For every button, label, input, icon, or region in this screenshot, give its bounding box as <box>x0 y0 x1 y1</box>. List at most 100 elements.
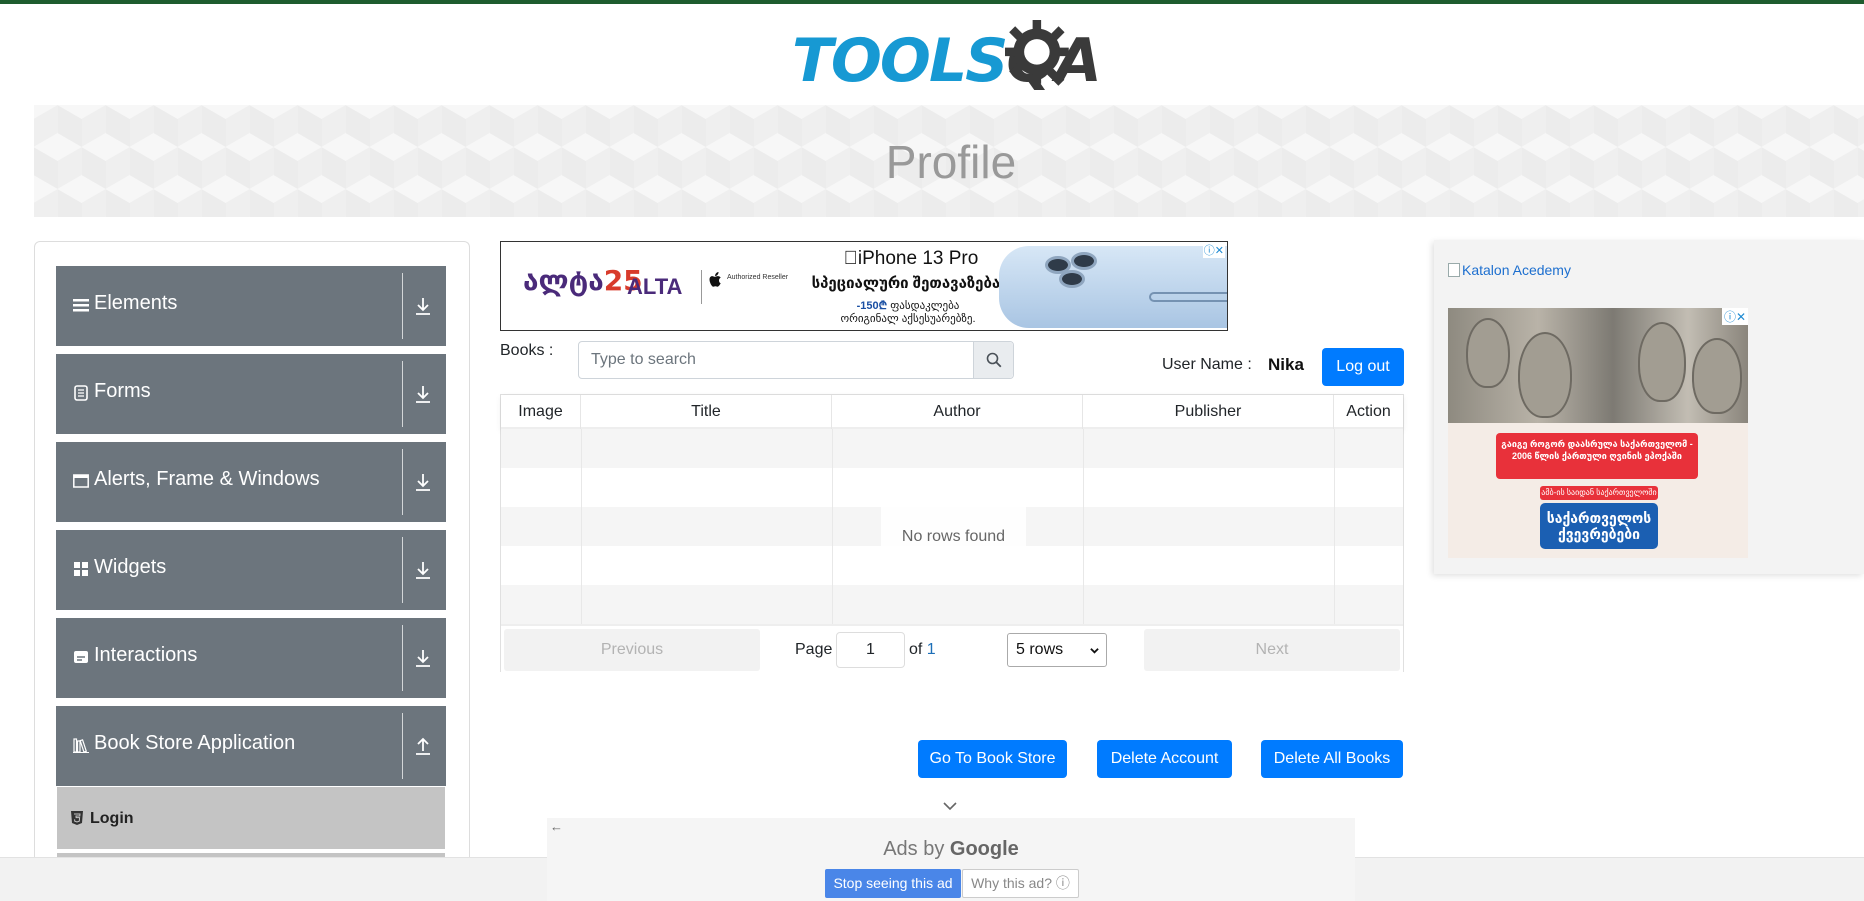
ad-brand-prefix: ალტა <box>523 264 604 297</box>
window-icon <box>73 474 89 488</box>
search-box <box>578 341 1014 379</box>
page-of-label: of 1 <box>909 641 936 659</box>
divider <box>701 270 702 304</box>
rows-per-page-value: 5 rows <box>1016 641 1064 658</box>
sidebar-group-interactions[interactable]: Interactions <box>56 618 446 698</box>
column-header-author[interactable]: Author <box>832 395 1083 429</box>
rows-per-page-select[interactable]: 5 rows <box>1007 633 1107 667</box>
download-arrow-icon[interactable] <box>414 472 432 492</box>
ad-brand-logo: ალტა25 <box>523 264 643 297</box>
ad-brand-name: ALTA <box>627 274 683 299</box>
ad-photo <box>1448 308 1748 423</box>
page-total: 1 <box>926 641 936 658</box>
table-row <box>501 585 1403 624</box>
sidebar-group-forms[interactable]: Forms <box>56 354 446 434</box>
search-input[interactable] <box>579 342 973 378</box>
username-value: Nika <box>1268 355 1304 374</box>
download-arrow-icon[interactable] <box>414 648 432 668</box>
iphone-image <box>999 246 1227 328</box>
books-icon <box>73 738 89 753</box>
table-pagination: Previous Page 1 of 1 5 rows Next <box>501 624 1403 672</box>
search-button[interactable] <box>973 342 1013 378</box>
download-arrow-icon[interactable] <box>414 560 432 580</box>
ads-by-text: Ads by <box>883 838 945 860</box>
broken-image-icon <box>1448 263 1460 277</box>
apple-icon <box>709 272 721 287</box>
back-arrow-icon[interactable]: ← <box>550 819 563 834</box>
ad-price: -150₾ <box>856 300 888 312</box>
sidebar-group-elements[interactable]: Elements <box>56 266 446 346</box>
username-label: User Name : <box>1162 356 1252 373</box>
previous-button[interactable]: Previous <box>504 629 760 671</box>
sidebar-group-label: Alerts, Frame & Windows <box>94 468 320 490</box>
katalon-academy-link[interactable]: Katalon Acedemy <box>1448 262 1571 278</box>
html5-icon <box>71 811 83 825</box>
divider <box>402 361 403 427</box>
search-icon <box>986 352 1002 368</box>
ad-small-label: ამბ-ის საიდან საქართველოში <box>1540 486 1658 500</box>
delete-all-books-button[interactable]: Delete All Books <box>1261 740 1403 778</box>
right-advertisement: Katalon Acedemy გაიგე როგორ დაასრულა საქ… <box>1434 240 1864 574</box>
chevron-down-icon <box>1090 648 1099 654</box>
cursor-icon <box>74 651 88 663</box>
delete-account-button[interactable]: Delete Account <box>1097 740 1232 778</box>
toolsqa-logo[interactable]: TOOLSQA <box>792 20 1115 98</box>
sidebar-item-label: Login <box>90 810 134 827</box>
divider <box>402 273 403 339</box>
column-divider <box>1334 429 1335 624</box>
table-row <box>501 429 1403 468</box>
page-label: Page <box>795 641 833 658</box>
katalon-link-text: Katalon Acedemy <box>1462 262 1571 278</box>
download-arrow-icon[interactable] <box>414 296 432 316</box>
ad-promo-details: -150₾ ფასდაკლება ორიგინალ აქსესუარებზე. <box>783 300 1033 326</box>
adchoices-icon[interactable]: ⓘ✕ <box>1202 242 1225 258</box>
sidebar-panel: Elements Forms Alerts, Frame & Windows W… <box>34 241 470 901</box>
empty-table-message: No rows found <box>881 507 1026 567</box>
stop-seeing-ad-button[interactable]: Stop seeing this ad <box>825 869 961 898</box>
column-divider <box>581 429 582 624</box>
adchoices-icon[interactable]: ⓘ✕ <box>1721 308 1748 325</box>
sidebar-group-label: Widgets <box>94 556 167 578</box>
top-accent-bar <box>0 0 1864 4</box>
column-divider <box>1083 429 1084 624</box>
ad-red-banner: გაიგე როგორ დაასრულა საქართველომ - 2006 … <box>1496 433 1698 479</box>
ad-promo-line2: ფასდაკლება <box>890 300 960 312</box>
page-number-input[interactable]: 1 <box>836 632 905 668</box>
table-header: Image Title Author Publisher Action <box>501 395 1403 429</box>
sidebar-group-label: Elements <box>94 292 178 314</box>
column-header-image[interactable]: Image <box>501 395 581 429</box>
upload-arrow-icon[interactable] <box>414 736 432 756</box>
sidebar-group-book-store[interactable]: Book Store Application <box>56 706 446 786</box>
hamburger-icon <box>73 299 89 312</box>
google-text: Google <box>949 838 1019 860</box>
logo-text-tools: TOOLS <box>792 26 1008 96</box>
table-row <box>501 468 1403 507</box>
column-header-title[interactable]: Title <box>581 395 832 429</box>
ad-promo-line3: ორიგინალ აქსესუარებზე. <box>840 313 976 325</box>
page-of-text: of <box>909 641 923 658</box>
column-divider <box>832 429 833 624</box>
top-advertisement[interactable]: ალტა25 ALTA Authorized Reseller iPhone … <box>500 241 1228 331</box>
books-table: Image Title Author Publisher Action No r… <box>500 394 1404 672</box>
column-header-publisher[interactable]: Publisher <box>1083 395 1334 429</box>
sidebar-group-widgets[interactable]: Widgets <box>56 530 446 610</box>
sidebar-group-label: Forms <box>94 380 151 402</box>
column-header-action[interactable]: Action <box>1334 395 1403 429</box>
sidebar-item-login[interactable]: Login <box>57 787 445 849</box>
page-banner: Profile <box>34 105 1864 217</box>
ad-authorized-text: Authorized Reseller <box>727 274 789 281</box>
download-arrow-icon[interactable] <box>414 384 432 404</box>
logout-button[interactable]: Log out <box>1322 348 1404 386</box>
gear-icon <box>1005 20 1069 86</box>
go-to-book-store-button[interactable]: Go To Book Store <box>918 740 1067 778</box>
ad-product-name: iPhone 13 Pro <box>811 248 1011 270</box>
next-button[interactable]: Next <box>1144 629 1400 671</box>
why-this-ad-button[interactable]: Why this ad? ⓘ <box>962 869 1079 898</box>
divider <box>402 449 403 515</box>
sidebar-group-label: Book Store Application <box>94 732 296 754</box>
ads-by-google: Ads by Google <box>547 838 1355 861</box>
sidebar-group-alerts[interactable]: Alerts, Frame & Windows <box>56 442 446 522</box>
right-ad-image[interactable]: გაიგე როგორ დაასრულა საქართველომ - 2006 … <box>1448 308 1748 558</box>
books-label: Books : <box>500 340 553 362</box>
chevron-down-icon[interactable] <box>942 800 958 812</box>
